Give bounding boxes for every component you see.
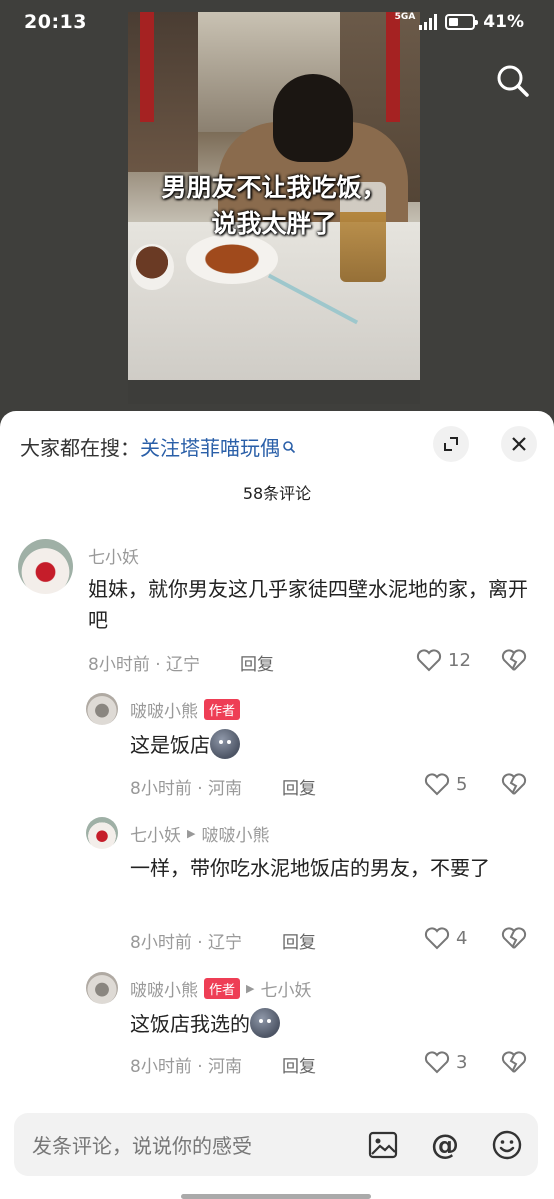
status-icons: 5GA 41% [395, 12, 524, 32]
caption-line-2: 说我太胖了 [211, 209, 337, 238]
broken-heart-icon [501, 927, 527, 949]
search-icon [283, 440, 296, 453]
broken-heart-icon [501, 773, 527, 795]
image-button[interactable] [366, 1128, 400, 1162]
expand-icon [444, 437, 458, 451]
reply-arrow-icon: ▶ [187, 827, 196, 840]
heart-icon [424, 927, 450, 950]
svg-text:@: @ [431, 1129, 459, 1161]
reply-button[interactable]: 回复 [282, 774, 316, 799]
video-caption: 男朋友不让我吃饭， 说我太胖了 [128, 170, 420, 242]
status-time: 20:13 [24, 11, 87, 33]
battery-percent: 41% [483, 12, 524, 32]
at-icon: @ [431, 1129, 459, 1161]
comment-sheet: 大家都在搜： 关注塔菲喵玩偶 58条评论 七小妖 姐妹，就你男友这几乎家徒四壁水… [0, 411, 554, 1199]
comment-time-location: 8小时前 · 河南 [130, 779, 243, 799]
heart-icon [424, 773, 450, 796]
network-label: 5GA [394, 12, 416, 22]
search-icon [497, 65, 529, 97]
trending-search[interactable]: 大家都在搜： 关注塔菲喵玩偶 [20, 432, 296, 461]
reply-arrow-icon: ▶ [246, 982, 255, 995]
dislike-button[interactable] [501, 648, 527, 676]
comment-input[interactable]: 发条评论，说说你的感受 [32, 1130, 366, 1159]
trending-search-term[interactable]: 关注塔菲喵玩偶 [140, 432, 280, 461]
battery-icon [445, 14, 479, 30]
like-button[interactable]: 3 [424, 1050, 467, 1074]
comment-text: 这是饭店 [130, 733, 210, 757]
comment-author[interactable]: 七小妖 [130, 821, 181, 846]
dislike-button[interactable] [501, 926, 527, 954]
like-count: 3 [456, 1051, 468, 1073]
comment-author[interactable]: 啵啵小熊 [130, 697, 198, 722]
comment-text: 一样，带你吃水泥地饭店的男友，不要了 [130, 856, 490, 880]
broken-heart-icon [501, 1051, 527, 1073]
close-button[interactable] [501, 426, 537, 462]
reply-to-author[interactable]: 啵啵小熊 [201, 821, 269, 846]
search-button[interactable] [494, 62, 532, 100]
like-button[interactable]: 12 [416, 648, 471, 672]
dislike-button[interactable] [501, 772, 527, 800]
comment-author[interactable]: 七小妖 [88, 543, 139, 568]
reply-button[interactable]: 回复 [282, 928, 316, 953]
like-count: 5 [456, 773, 468, 795]
expand-button[interactable] [433, 426, 469, 462]
comment-text: 姐妹，就你男友这几乎家徒四壁水泥地的家，离开吧 [88, 577, 528, 632]
like-button[interactable]: 4 [424, 926, 467, 950]
avatar[interactable] [86, 972, 118, 1004]
comment-author[interactable]: 啵啵小熊 [130, 976, 198, 1001]
home-indicator[interactable] [181, 1194, 371, 1199]
like-count: 12 [448, 649, 471, 671]
avatar[interactable] [86, 693, 118, 725]
close-icon [512, 437, 526, 451]
sticker-emoji [250, 1008, 280, 1038]
like-count: 4 [456, 927, 468, 949]
comment-time-location: 8小时前 · 辽宁 [88, 655, 201, 675]
sticker-emoji [210, 729, 240, 759]
author-badge: 作者 [204, 978, 241, 999]
comment-input-bar[interactable]: 发条评论，说说你的感受 @ [14, 1113, 538, 1176]
signal-icon [419, 14, 438, 30]
reply-button[interactable]: 回复 [282, 1052, 316, 1077]
broken-heart-icon [501, 649, 527, 671]
comment-time-location: 8小时前 · 河南 [130, 1057, 243, 1077]
author-badge: 作者 [204, 699, 241, 720]
like-button[interactable]: 5 [424, 772, 467, 796]
comment-count: 58条评论 [242, 484, 312, 503]
comment-text: 这饭店我选的 [130, 1012, 250, 1036]
mention-button[interactable]: @ [428, 1128, 462, 1162]
emoji-icon [492, 1130, 522, 1159]
trending-search-prefix: 大家都在搜： [20, 436, 140, 460]
reply-button[interactable]: 回复 [240, 650, 274, 675]
dislike-button[interactable] [501, 1050, 527, 1078]
comment-time-location: 8小时前 · 辽宁 [130, 933, 243, 953]
reply-to-author[interactable]: 七小妖 [260, 976, 311, 1001]
heart-icon [416, 649, 442, 672]
avatar[interactable] [18, 539, 73, 594]
caption-line-1: 男朋友不让我吃饭， [161, 173, 387, 202]
image-icon [368, 1131, 398, 1158]
heart-icon [424, 1051, 450, 1074]
avatar[interactable] [86, 817, 118, 849]
emoji-button[interactable] [490, 1128, 524, 1162]
status-bar: 20:13 5GA 41% [0, 0, 554, 44]
